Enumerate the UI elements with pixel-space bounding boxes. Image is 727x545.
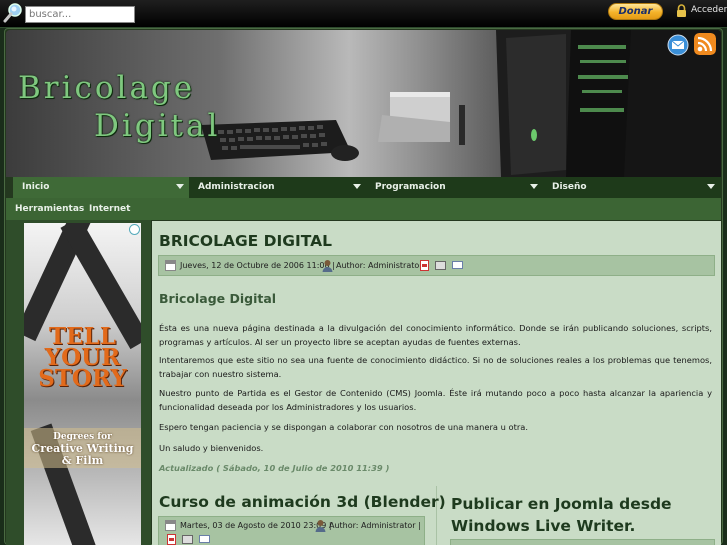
email-icon[interactable] [199, 535, 210, 543]
article-title[interactable]: Curso de animación 3d (Blender) [159, 493, 446, 511]
nav-item-label: Administracion [198, 182, 275, 192]
article-meta-bar: Martes, 03 de Agosto de 2010 23:09 | Aut… [158, 516, 425, 545]
nav-item-label: Inicio [22, 182, 50, 192]
secondary-nav: Herramientas Internet [6, 198, 721, 220]
article-title[interactable]: Publicar en Joomla desde Windows Live Wr… [451, 493, 691, 537]
login-link[interactable]: Acceder [691, 5, 727, 15]
email-feed-icon[interactable] [667, 34, 689, 56]
article-date: Martes, 03 de Agosto de 2010 23:09 | [180, 521, 332, 530]
site-logo-line2[interactable]: Digital [94, 108, 220, 144]
chevron-down-icon [353, 184, 361, 189]
nav-item-diseno[interactable]: Diseño [543, 177, 720, 198]
nav-item-label: Programacion [375, 182, 446, 192]
article-author: Author: Administrator | [329, 521, 421, 530]
rss-feed-icon[interactable] [694, 33, 716, 55]
calendar-icon [165, 260, 176, 271]
nav-item-herramientas[interactable]: Herramientas [15, 198, 84, 220]
article-paragraph: Intentaremos que este sitio no sea una f… [159, 355, 712, 379]
article-paragraph: Espero tengan paciencia y se dispongan a… [159, 422, 528, 432]
article-paragraph: Un saludo y bienvenidos. [159, 443, 264, 453]
chevron-down-icon [176, 184, 184, 189]
sidebar-advertisement[interactable]: TELL YOUR STORY Degrees for Creative Wri… [24, 223, 141, 545]
article-subtitle: Bricolage Digital [159, 291, 277, 306]
article-paragraph: Ésta es una nueva página destinada a la … [159, 323, 712, 347]
print-icon[interactable] [182, 535, 193, 544]
nav-item-label: Diseño [552, 182, 587, 192]
pdf-icon[interactable] [420, 260, 429, 271]
user-icon [322, 260, 333, 272]
nav-item-programacion[interactable]: Programacion [366, 177, 543, 198]
article-meta-bar: Jueves, 12 de Octubre de 2006 11:00 | Au… [158, 255, 715, 276]
article-updated: Actualizado ( Sábado, 10 de Julio de 201… [159, 463, 390, 473]
donate-button[interactable]: Donar [608, 3, 663, 20]
primary-nav: Inicio Administracion Programacion Diseñ… [13, 177, 721, 198]
print-icon[interactable] [435, 261, 446, 270]
chevron-down-icon [707, 184, 715, 189]
search-icon[interactable] [2, 2, 24, 24]
ad-choices-icon[interactable] [129, 224, 140, 235]
calendar-icon [165, 520, 176, 531]
nav-item-administracion[interactable]: Administracion [189, 177, 366, 198]
article-title[interactable]: BRICOLAGE DIGITAL [159, 232, 332, 250]
email-icon[interactable] [452, 261, 463, 269]
main-content: BRICOLAGE DIGITAL Jueves, 12 de Octubre … [152, 221, 721, 545]
article-meta-bar [450, 539, 715, 545]
ad-subtext-line: & Film [61, 454, 104, 467]
site-logo-line1[interactable]: Bricolage [18, 70, 195, 106]
pdf-icon[interactable] [167, 534, 176, 545]
ad-subtext: Degrees for Creative Writing & Film [24, 428, 141, 468]
lock-icon [677, 4, 686, 17]
article-paragraph: Nuestro punto de Partida es el Gestor de… [159, 388, 712, 412]
header-banner: Bricolage Digital [6, 30, 721, 177]
article-date: Jueves, 12 de Octubre de 2006 11:00 | [180, 261, 335, 270]
user-icon [315, 520, 326, 532]
nav-item-internet[interactable]: Internet [89, 198, 130, 220]
chevron-down-icon [530, 184, 538, 189]
nav-item-inicio[interactable]: Inicio [13, 177, 189, 198]
article-author: Author: Administrator | [336, 261, 428, 270]
search-input[interactable] [25, 6, 135, 23]
ad-headline: TELL YOUR STORY [24, 325, 141, 392]
ad-headline-line: STORY [38, 365, 127, 392]
